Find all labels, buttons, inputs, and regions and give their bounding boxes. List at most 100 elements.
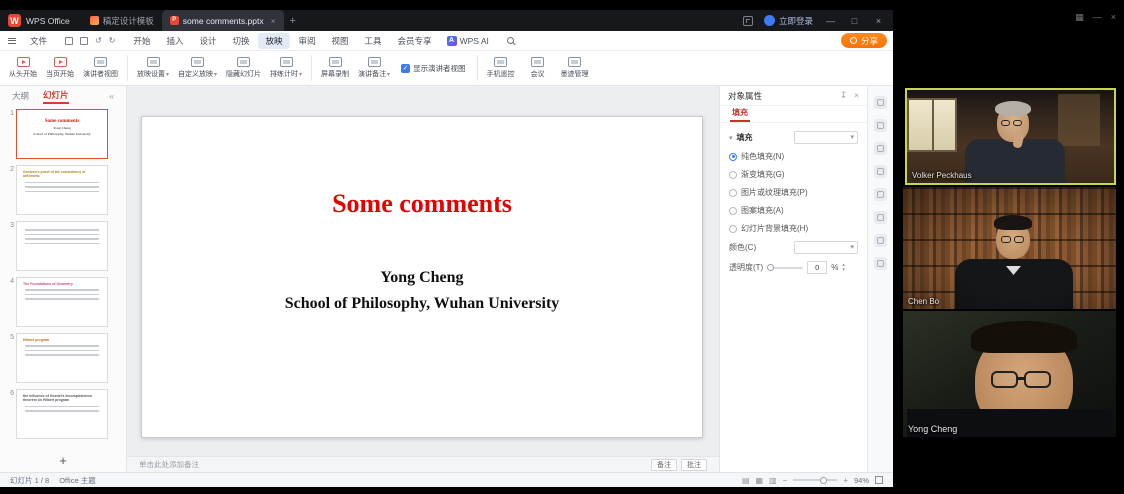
- fill-option-background[interactable]: 幻灯片背景填充(H): [729, 223, 858, 234]
- layout-grid-icon[interactable]: ▦: [1075, 12, 1084, 23]
- transparency-slider[interactable]: [767, 267, 803, 269]
- fill-option-picture[interactable]: 图片或纹理填充(P): [729, 187, 858, 198]
- custom-slideshow-icon: [191, 57, 204, 67]
- comment-strip-icon[interactable]: [874, 165, 887, 178]
- minimize-conference-icon[interactable]: —: [1093, 12, 1102, 23]
- new-tab-button[interactable]: +: [290, 15, 296, 27]
- menu-transitions[interactable]: 切换: [225, 33, 256, 49]
- close-tab-icon[interactable]: ×: [271, 16, 276, 26]
- menu-file[interactable]: 文件: [23, 33, 54, 49]
- save-icon[interactable]: [65, 37, 73, 45]
- ink-manage-button[interactable]: 墨迹管理: [558, 56, 592, 80]
- pin-panel-icon[interactable]: ↧: [840, 90, 847, 101]
- normal-view-icon[interactable]: ▤: [742, 476, 750, 485]
- redo-icon[interactable]: ↻: [109, 36, 116, 45]
- tab-fill[interactable]: 填充: [730, 107, 750, 122]
- rehearse-timing-button[interactable]: 排练计时▾: [267, 56, 305, 80]
- reading-view-icon[interactable]: ▥: [769, 476, 777, 485]
- menu-slideshow[interactable]: 放映: [258, 33, 289, 49]
- maximize-window-button[interactable]: □: [848, 16, 861, 26]
- fit-slide-icon[interactable]: [875, 476, 883, 484]
- zoom-slider-thumb[interactable]: [820, 477, 827, 484]
- presenter-view-button[interactable]: 演讲者视图: [80, 56, 121, 80]
- current-slide[interactable]: Some comments Yong Cheng School of Philo…: [141, 116, 703, 438]
- transparency-stepper[interactable]: ▴ ▾: [842, 263, 845, 272]
- slide-canvas[interactable]: Some comments Yong Cheng School of Philo…: [127, 86, 719, 456]
- step-down-icon[interactable]: ▾: [842, 268, 845, 273]
- menu-review[interactable]: 审阅: [292, 33, 323, 49]
- phone-remote-button[interactable]: 手机遥控: [484, 56, 518, 80]
- help-strip-icon[interactable]: [874, 257, 887, 270]
- fill-option-gradient[interactable]: 渐变填充(G): [729, 169, 858, 180]
- show-presenter-view-checkbox[interactable]: ✓ 显示演讲者视图: [401, 63, 466, 74]
- play-from-current-button[interactable]: 当页开始: [43, 56, 77, 80]
- custom-slideshow-button[interactable]: 自定义放映▾: [175, 56, 220, 80]
- minimize-window-button[interactable]: —: [824, 16, 837, 26]
- fill-preset-dropdown[interactable]: [794, 131, 858, 144]
- tab-slides[interactable]: 幻灯片: [43, 89, 69, 104]
- share-button[interactable]: 分享: [841, 33, 887, 48]
- slideshow-settings-button[interactable]: 放映设置▾: [134, 56, 172, 80]
- resource-strip-icon[interactable]: [874, 234, 887, 247]
- close-conference-icon[interactable]: ×: [1111, 12, 1116, 23]
- notes-button[interactable]: 备注: [651, 459, 677, 471]
- slide-thumbnail-1[interactable]: 1 Some comments Yong Cheng School of Phi…: [2, 109, 120, 159]
- menu-membership[interactable]: 会员专享: [391, 33, 439, 49]
- menu-home[interactable]: 开始: [126, 33, 157, 49]
- color-dropdown[interactable]: [794, 241, 858, 254]
- properties-strip-icon[interactable]: [874, 96, 887, 109]
- close-panel-icon[interactable]: ×: [854, 90, 859, 101]
- meeting-button[interactable]: 会议: [521, 56, 555, 80]
- slider-thumb[interactable]: [767, 264, 774, 271]
- zoom-slider[interactable]: [793, 479, 837, 481]
- share-label: 分享: [861, 35, 878, 47]
- slide-thumbnail-5[interactable]: 5 Hilbert program: [2, 333, 120, 383]
- close-window-button[interactable]: ×: [872, 16, 885, 26]
- animation-strip-icon[interactable]: [874, 119, 887, 132]
- menu-view[interactable]: 视图: [325, 33, 356, 49]
- apps-grid-icon[interactable]: [743, 16, 753, 26]
- zoom-out-icon[interactable]: −: [783, 476, 788, 485]
- hide-slide-button[interactable]: 隐藏幻灯片: [223, 56, 264, 80]
- comments-button[interactable]: 批注: [681, 459, 707, 471]
- tab-outline[interactable]: 大纲: [12, 90, 29, 102]
- login-button[interactable]: 立即登录: [764, 15, 813, 27]
- section-caret-icon[interactable]: ▾: [729, 134, 733, 142]
- fill-option-solid[interactable]: 纯色填充(N): [729, 151, 858, 162]
- notes-placeholder[interactable]: 单击此处添加备注: [139, 459, 199, 470]
- slide-thumbnail-3[interactable]: 3: [2, 221, 120, 271]
- collapse-panel-icon[interactable]: «: [109, 91, 114, 101]
- menu-design[interactable]: 设计: [192, 33, 223, 49]
- doc-tab-presentation[interactable]: P some comments.pptx ×: [162, 10, 284, 31]
- video-tile-yong-cheng[interactable]: Yong Cheng: [903, 311, 1116, 437]
- slide-thumbnail-4[interactable]: 4 The Foundations of Geometry: [2, 277, 120, 327]
- slide-body[interactable]: Yong Cheng School of Philosophy, Wuhan U…: [142, 265, 702, 318]
- print-icon[interactable]: [80, 37, 88, 45]
- doc-tab-templates[interactable]: 稿定设计模板: [82, 10, 162, 31]
- search-icon[interactable]: [507, 37, 514, 44]
- screen-record-button[interactable]: 屏幕录制: [318, 56, 352, 80]
- video-tile-volker-peckhaus[interactable]: Volker Peckhaus: [905, 88, 1116, 185]
- slide-counter: 幻灯片 1 / 8: [10, 475, 49, 486]
- navigation-strip-icon[interactable]: [874, 211, 887, 224]
- fill-option-pattern[interactable]: 图案填充(A): [729, 205, 858, 216]
- zoom-in-icon[interactable]: +: [843, 476, 848, 485]
- slide-thumbnail-2[interactable]: 2 Gentzen's proof of the consistency of …: [2, 165, 120, 215]
- hamburger-menu-icon[interactable]: [8, 38, 16, 44]
- video-tile-chen-bo[interactable]: Chen Bo: [903, 187, 1116, 309]
- selection-strip-icon[interactable]: [874, 188, 887, 201]
- play-from-start-button[interactable]: 从头开始: [6, 56, 40, 80]
- slide-sorter-icon[interactable]: ▦: [756, 476, 764, 485]
- design-strip-icon[interactable]: [874, 142, 887, 155]
- menu-tools[interactable]: 工具: [358, 33, 389, 49]
- menu-insert[interactable]: 插入: [159, 33, 190, 49]
- slide-title[interactable]: Some comments: [142, 117, 702, 219]
- wps-ai-button[interactable]: A WPS AI: [441, 34, 495, 48]
- add-slide-button[interactable]: +: [59, 453, 67, 468]
- properties-tabs: 填充: [720, 106, 867, 123]
- slide-thumbnail-6[interactable]: 6 the influence of Goedel's incompletene…: [2, 389, 120, 439]
- speaker-notes-button[interactable]: 演讲备注▾: [355, 56, 393, 80]
- zoom-level[interactable]: 94%: [854, 476, 869, 485]
- transparency-value[interactable]: 0: [807, 261, 827, 274]
- undo-icon[interactable]: ↺: [95, 36, 102, 45]
